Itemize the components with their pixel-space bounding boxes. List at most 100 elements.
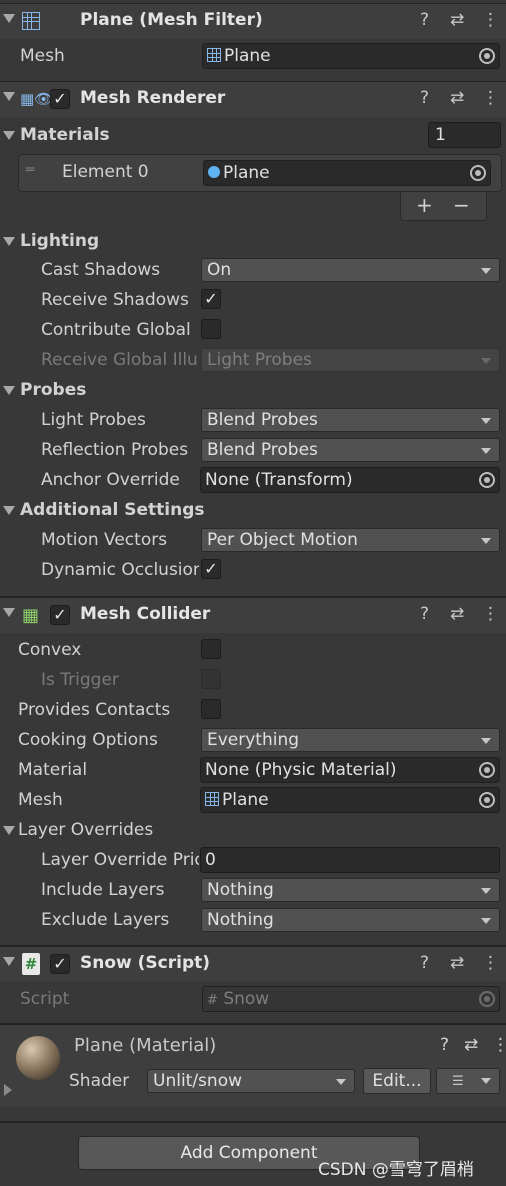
lighting-label: Lighting: [20, 231, 100, 251]
foldout-arrow-icon[interactable]: [3, 608, 15, 617]
script-value: Snow: [223, 989, 270, 1009]
material-options-dropdown[interactable]: ☰: [436, 1068, 500, 1094]
shader-label: Shader: [69, 1071, 130, 1091]
mesh-icon: [207, 48, 221, 62]
help-icon[interactable]: ?: [420, 604, 429, 624]
convex-checkbox[interactable]: [201, 639, 221, 659]
receive-shadows-checkbox[interactable]: ✓: [201, 289, 221, 309]
light-probes-dropdown[interactable]: Blend Probes: [201, 408, 500, 432]
drag-handle-icon[interactable]: ═: [26, 162, 34, 178]
edit-label: Edit...: [372, 1071, 422, 1091]
include-layers-label: Include Layers: [41, 880, 165, 900]
shader-dropdown[interactable]: Unlit/snow: [147, 1069, 355, 1093]
help-icon[interactable]: ?: [420, 953, 429, 973]
element-label: Element 0: [62, 162, 149, 182]
cast-shadows-value: On: [207, 260, 232, 280]
mesh-collider-icon: ▦: [22, 605, 40, 626]
help-icon[interactable]: ?: [420, 10, 429, 30]
object-picker-icon[interactable]: [479, 792, 495, 808]
help-icon[interactable]: ?: [420, 88, 429, 108]
object-picker-icon[interactable]: [470, 165, 486, 181]
additional-settings-foldout-icon[interactable]: [3, 506, 15, 515]
material-foldout-icon[interactable]: [4, 1084, 12, 1096]
probes-foldout-icon[interactable]: [3, 386, 15, 395]
motion-vectors-value: Per Object Motion: [207, 530, 358, 550]
material-label: Material: [18, 760, 88, 780]
include-layers-value: Nothing: [207, 880, 274, 900]
anchor-override-field[interactable]: None (Transform): [200, 467, 500, 493]
add-component-label: Add Component: [180, 1143, 318, 1163]
light-probes-value: Blend Probes: [207, 410, 318, 430]
enabled-checkbox[interactable]: ✓: [50, 954, 70, 974]
help-icon[interactable]: ?: [440, 1035, 449, 1055]
exclude-layers-label: Exclude Layers: [41, 910, 170, 930]
probes-label: Probes: [20, 380, 87, 400]
remove-element-button[interactable]: −: [453, 193, 470, 217]
more-menu-icon[interactable]: ⋮: [482, 88, 499, 108]
edit-shader-button[interactable]: Edit...: [363, 1068, 431, 1094]
mesh-icon: [205, 792, 219, 806]
contribute-gi-label: Contribute Global: [41, 320, 191, 340]
foldout-arrow-icon[interactable]: [3, 92, 15, 101]
more-menu-icon[interactable]: ⋮: [492, 1035, 506, 1055]
mesh-field[interactable]: Plane: [202, 43, 500, 69]
collider-mesh-field[interactable]: Plane: [200, 787, 500, 813]
material-icon: [208, 166, 220, 178]
cast-shadows-dropdown[interactable]: On: [201, 258, 500, 282]
script-field: # Snow: [202, 986, 500, 1012]
additional-settings-label: Additional Settings: [20, 500, 205, 520]
mesh-filter-header[interactable]: Plane (Mesh Filter) ? ⇄ ⋮: [0, 3, 506, 39]
material-element-value: Plane: [223, 163, 270, 183]
object-picker-icon[interactable]: [479, 48, 495, 64]
is-trigger-checkbox: [201, 669, 221, 689]
presets-icon[interactable]: ⇄: [464, 1035, 478, 1055]
mesh-label: Mesh: [20, 46, 65, 66]
enabled-checkbox[interactable]: ✓: [50, 89, 70, 109]
mesh-filter-icon: [22, 12, 43, 34]
include-layers-dropdown[interactable]: Nothing: [201, 878, 500, 902]
enabled-checkbox[interactable]: ✓: [50, 605, 70, 625]
material-preview: [16, 1036, 60, 1080]
mesh-collider-header[interactable]: ▦ ✓ Mesh Collider ? ⇄ ⋮: [0, 597, 506, 633]
mesh-renderer-header[interactable]: ▦👁 ✓ Mesh Renderer ? ⇄ ⋮: [0, 81, 506, 117]
contribute-gi-checkbox[interactable]: [201, 319, 221, 339]
divider: [0, 1121, 506, 1123]
materials-foldout-icon[interactable]: [3, 131, 15, 140]
reflection-probes-dropdown[interactable]: Blend Probes: [201, 438, 500, 462]
receive-gi-label: Receive Global Illu: [41, 350, 198, 370]
cooking-options-dropdown[interactable]: Everything: [201, 728, 500, 752]
script-icon: #: [22, 953, 40, 975]
component-title: Mesh Collider: [80, 604, 211, 624]
materials-count-field[interactable]: 1: [428, 122, 501, 148]
foldout-arrow-icon[interactable]: [3, 957, 15, 966]
layer-overrides-foldout-icon[interactable]: [3, 826, 15, 835]
physic-material-field[interactable]: None (Physic Material): [200, 757, 500, 783]
convex-label: Convex: [18, 640, 82, 660]
more-menu-icon[interactable]: ⋮: [482, 953, 499, 973]
more-menu-icon[interactable]: ⋮: [482, 604, 499, 624]
provides-contacts-checkbox[interactable]: [201, 699, 221, 719]
more-menu-icon[interactable]: ⋮: [482, 10, 499, 30]
lighting-foldout-icon[interactable]: [3, 237, 15, 246]
anchor-override-value: None (Transform): [205, 470, 353, 490]
presets-icon[interactable]: ⇄: [450, 10, 464, 30]
presets-icon[interactable]: ⇄: [450, 604, 464, 624]
exclude-layers-dropdown[interactable]: Nothing: [201, 908, 500, 932]
component-title: Snow (Script): [80, 953, 211, 973]
anchor-override-label: Anchor Override: [41, 470, 180, 490]
presets-icon[interactable]: ⇄: [450, 953, 464, 973]
foldout-arrow-icon[interactable]: [3, 14, 15, 23]
add-element-button[interactable]: +: [416, 193, 433, 217]
snow-script-header[interactable]: # ✓ Snow (Script) ? ⇄ ⋮: [0, 946, 506, 982]
object-picker-icon[interactable]: [479, 472, 495, 488]
receive-gi-value: Light Probes: [207, 350, 312, 370]
layer-priority-field[interactable]: 0: [200, 847, 500, 873]
mesh-renderer-icon: ▦👁: [20, 90, 54, 108]
provides-contacts-label: Provides Contacts: [18, 700, 171, 720]
presets-icon[interactable]: ⇄: [450, 88, 464, 108]
dynamic-occlusion-checkbox[interactable]: ✓: [201, 559, 221, 579]
object-picker-icon[interactable]: [479, 762, 495, 778]
motion-vectors-dropdown[interactable]: Per Object Motion: [201, 528, 500, 552]
material-element-field[interactable]: Plane: [203, 160, 491, 186]
cooking-options-value: Everything: [207, 730, 300, 750]
